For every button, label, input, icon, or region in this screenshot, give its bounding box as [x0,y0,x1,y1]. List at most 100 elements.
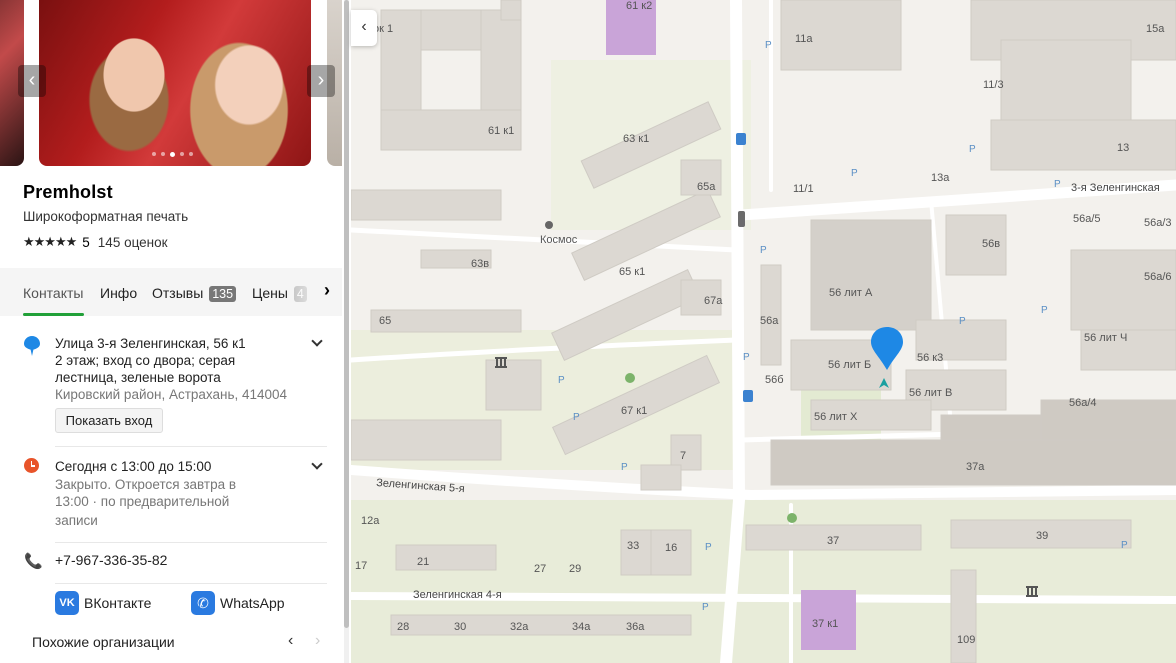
gallery-dots [152,151,193,157]
similar-prev-chevron-icon[interactable]: ‹ [288,632,293,650]
rating-count[interactable]: 145 оценок [98,235,168,250]
building-label: 29 [569,563,581,575]
tree-icon [625,373,635,383]
gallery-photo-main[interactable] [39,0,311,166]
map-svg[interactable]: 3-я Зеленгинская Зеленгинская 5-я Зеленг… [351,0,1176,663]
museum-icon [1026,586,1038,597]
gallery-dot[interactable] [161,152,165,156]
divider [55,542,327,543]
parking-icon: P [705,542,712,553]
address-detail-1: 2 этаж; вход со двора; серая [55,353,236,368]
building-label: 27 [534,563,546,575]
gallery-dot[interactable] [180,152,184,156]
building-label: 56а/5 [1073,213,1101,225]
building-label: 33 [627,540,639,552]
building-label: 63в [471,258,489,270]
rating-row[interactable]: ★★★★★ 5 145 оценок [23,234,168,250]
building-label: 37 к1 [812,618,838,630]
collapse-panel-button[interactable]: ‹ [351,10,377,46]
building-label: 63 к1 [623,133,649,145]
street-label: Зеленгинская 4-я [413,589,502,601]
gallery-next-icon[interactable]: › [307,65,335,97]
address-expand-chevron-icon[interactable] [311,335,323,347]
building-label: 15а [1146,23,1165,35]
rating-stars-icon: ★★★★★ [23,234,77,249]
parking-icon: P [743,352,750,363]
hours-expand-chevron-icon[interactable] [311,458,323,470]
gallery-prev-icon[interactable]: ‹ [18,65,46,97]
parking-icon: P [969,144,976,155]
tabs-bar: Контакты Инфо Отзывы 135 Цены 4 › [0,268,342,316]
whatsapp-label: WhatsApp [220,595,285,611]
building-label: 56 лит Ч [1084,332,1127,344]
similar-orgs-title: Похожие организации [32,634,175,650]
street-label: 3-я Зеленгинская [1071,182,1160,194]
parking-icon: P [1121,540,1128,551]
building-label: 61 к1 [488,125,514,137]
hours-status-2: 13:00 · по предварительной [55,494,230,509]
panel-scrollbar-thumb[interactable] [344,0,349,628]
building-label: 28 [397,621,409,633]
tab-prices-label: Цены [252,285,288,301]
parking-icon: P [959,316,966,327]
org-category[interactable]: Широкоформатная печать [23,209,188,224]
building-label: 65 к1 [619,266,645,278]
show-entrance-button[interactable]: Показать вход [55,408,163,433]
reviews-count-badge: 135 [209,286,237,302]
building-label: 67 к1 [621,405,647,417]
building-label: 12а [361,515,380,527]
building-label: 11/3 [983,79,1004,91]
gallery-dot-active[interactable] [170,151,175,157]
gallery-dot[interactable] [152,152,156,156]
building-label: 56 к3 [917,352,943,364]
building-label: 30 [454,621,466,633]
building-label: 11а [795,33,813,45]
parking-icon: P [760,245,767,256]
divider [55,446,327,447]
gallery-dot[interactable] [189,152,193,156]
building-label: 37а [966,461,985,473]
traffic-light-icon [738,211,745,227]
building-label: 56 лит Б [828,359,871,371]
building-label: 21 [417,556,429,568]
building-label: 56 лит А [829,287,873,299]
tab-contacts[interactable]: Контакты [23,285,83,301]
hours-status-1: Закрыто. Откроется завтра в [55,477,237,492]
business-card-panel: ‹ › Premholst Широкоформатная печать ★★★… [0,0,342,663]
parking-icon: P [621,462,628,473]
building-label: 37 [827,535,839,547]
parking-icon: P [1054,179,1061,190]
vk-label: ВКонтакте [84,595,152,611]
building-label: 56а/4 [1069,397,1097,409]
parking-icon: P [1041,305,1048,316]
tab-info-label: Инфо [100,285,138,301]
bus-stop-icon[interactable] [743,390,753,402]
hours-today[interactable]: Сегодня с 13:00 до 15:00 [55,458,211,475]
building-label: 7 [680,450,686,462]
building-label: 34а [572,621,591,633]
building-label: 56 лит Х [814,411,858,423]
photo-gallery[interactable]: ‹ › [0,0,342,166]
tab-contacts-label: Контакты [23,285,84,301]
tab-reviews[interactable]: Отзывы 135 [152,285,237,302]
vk-link[interactable]: VK ВКонтакте [55,591,151,615]
building-label: 13 [1117,142,1129,154]
tabs-more-chevron-icon[interactable]: › [324,280,330,301]
poi-label: Космос [540,234,578,246]
tab-info[interactable]: Инфо [100,285,137,301]
bus-stop-icon[interactable] [736,133,746,145]
building-label: 65 [379,315,391,327]
whatsapp-link[interactable]: ✆ WhatsApp [191,591,285,615]
rating-value: 5 [82,234,90,250]
building-label: 39 [1036,530,1048,542]
address-district: Кировский район, Астрахань, 414004 [55,387,288,402]
building-label: 56а/3 [1144,217,1172,229]
cinema-icon [545,221,553,229]
similar-next-chevron-icon[interactable]: › [315,632,320,650]
building-label: 56в [982,238,1000,250]
map-canvas[interactable]: 3-я Зеленгинская Зеленгинская 5-я Зеленг… [351,0,1176,663]
parking-icon: P [702,602,709,613]
address-line[interactable]: Улица 3-я Зеленгинская, 56 к1 [55,335,246,352]
building-label: 67а [704,295,723,307]
phone-number[interactable]: +7-967-336-35-82 [55,552,167,569]
